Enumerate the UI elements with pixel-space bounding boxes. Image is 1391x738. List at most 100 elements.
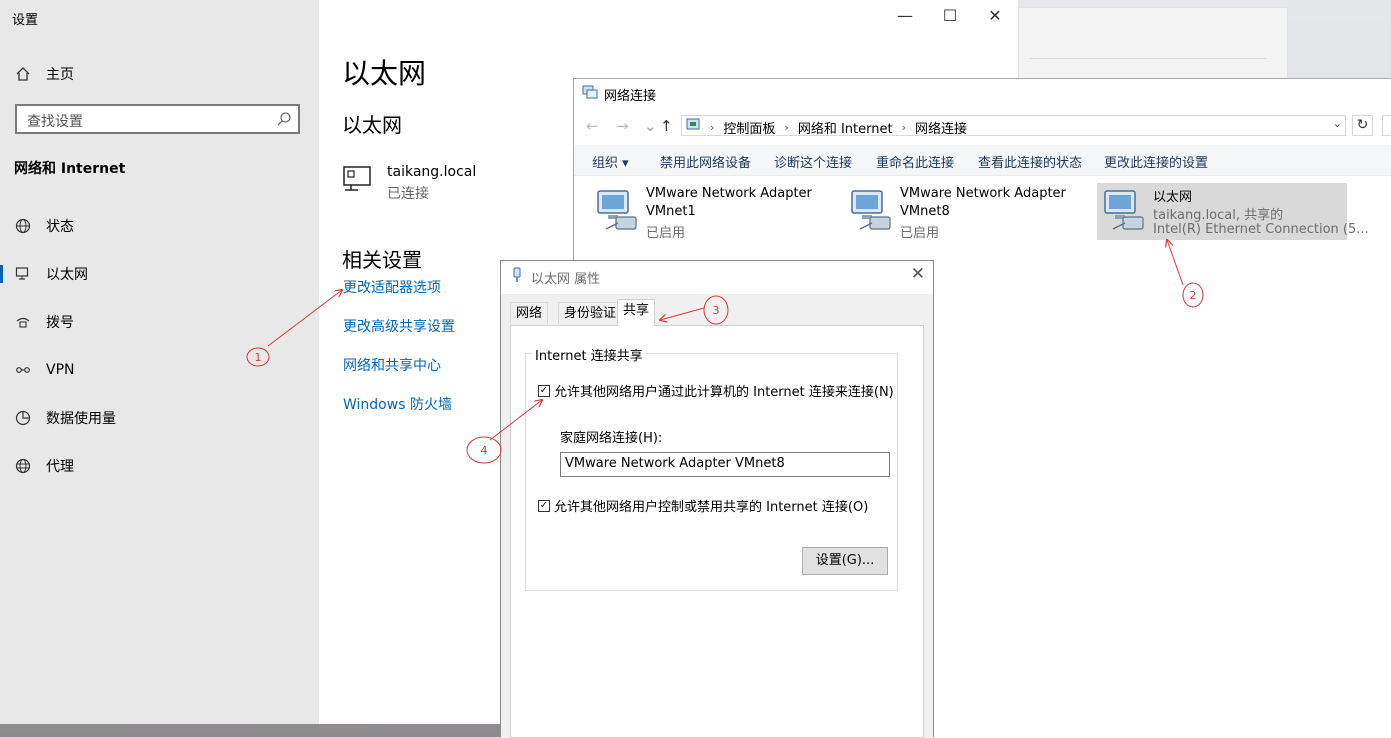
ethernet-properties-dialog: 以太网 属性 ✕ 网络 身份验证 共享 Internet 连接共享 ✓ 允许其他…	[500, 260, 934, 738]
settings-button[interactable]: 设置(G)...	[802, 547, 888, 575]
address-row: ← → ⌄ ↑ › 控制面板 › 网络和 Internet › 网络连接 ⌄ ↻	[574, 111, 1391, 141]
breadcrumb-item[interactable]: 控制面板	[723, 118, 775, 137]
back-arrow-icon[interactable]: ←	[586, 117, 599, 135]
breadcrumb-separator: ›	[710, 121, 715, 134]
dialog-body: 网络 身份验证 共享 Internet 连接共享 ✓ 允许其他网络用户通过此计算…	[501, 294, 933, 738]
breadcrumb-item[interactable]: 网络和 Internet	[798, 118, 893, 137]
adapter-name: 以太网	[1153, 190, 1193, 205]
checkbox-check-icon[interactable]: ✓	[538, 384, 550, 397]
adapter-subname: VMnet8	[900, 204, 950, 219]
settings-sidebar: 设置 主页 查找设置 网络和 Internet 状态 以太网 拨号 VPN 数据…	[0, 0, 319, 724]
checkbox-label: 允许其他网络用户通过此计算机的 Internet 连接来连接(N)	[554, 385, 894, 400]
advanced-sharing-link[interactable]: 更改高级共享设置	[343, 316, 455, 336]
rename-button[interactable]: 重命名此连接	[876, 152, 954, 171]
dialog-close-button[interactable]: ✕	[911, 264, 925, 284]
home-label: 主页	[46, 67, 74, 83]
change-adapter-options-link[interactable]: 更改适配器选项	[343, 277, 441, 297]
search-icon[interactable]	[276, 111, 292, 131]
search-box[interactable]	[1382, 115, 1391, 136]
change-settings-button[interactable]: 更改此连接的设置	[1104, 152, 1208, 171]
page-title: 以太网	[342, 57, 427, 90]
window-title: 网络连接	[604, 88, 657, 104]
organize-menu[interactable]: 组织 ▾	[592, 152, 629, 171]
nav-item-dialup[interactable]: 拨号	[0, 302, 319, 342]
network-adapter-icon	[848, 187, 894, 237]
breadcrumb-separator: ›	[784, 121, 789, 134]
adapter-name: VMware Network Adapter	[646, 186, 812, 201]
tab-network[interactable]: 网络	[510, 302, 549, 324]
nav-label: 代理	[46, 459, 74, 475]
globe-proxy-icon	[14, 457, 32, 475]
adapter-vmnet1[interactable]: VMware Network Adapter VMnet1 已启用	[590, 183, 840, 241]
adapter-ethernet[interactable]: 以太网 taikang.local, 共享的 Intel(R) Ethernet…	[1097, 183, 1369, 240]
windows-firewall-link[interactable]: Windows 防火墙	[343, 394, 452, 414]
address-bar[interactable]: › 控制面板 › 网络和 Internet › 网络连接 ⌄	[681, 115, 1346, 137]
network-name[interactable]: taikang.local	[387, 164, 476, 180]
window-title-bar: 网络连接	[582, 84, 657, 104]
nav-label: 以太网	[46, 267, 88, 283]
allow-connect-checkbox[interactable]: ✓ 允许其他网络用户通过此计算机的 Internet 连接来连接(N)	[538, 381, 894, 400]
control-panel-icon	[686, 118, 702, 137]
breadcrumb: › 控制面板 › 网络和 Internet › 网络连接	[710, 118, 967, 137]
nav-item-ethernet[interactable]: 以太网	[0, 254, 319, 294]
network-plug-icon	[511, 267, 523, 287]
search-placeholder: 查找设置	[27, 114, 83, 130]
adapter-status: 已启用	[646, 226, 686, 241]
adapter-status: 已启用	[900, 226, 940, 241]
home-network-select[interactable]: VMware Network Adapter VMnet8	[560, 452, 890, 477]
forward-arrow-icon[interactable]: →	[616, 117, 629, 135]
network-adapter-icon	[1101, 187, 1147, 237]
home-nav-item[interactable]: 主页	[14, 64, 74, 84]
diagnose-button[interactable]: 诊断这个连接	[774, 152, 852, 171]
home-network-label: 家庭网络连接(H):	[560, 431, 663, 446]
section-title: 网络和 Internet	[14, 161, 126, 177]
checkbox-check-icon[interactable]: ✓	[538, 499, 550, 512]
network-status: 已连接	[387, 186, 429, 202]
view-status-button[interactable]: 查看此连接的状态	[978, 152, 1082, 171]
ethernet-subtitle: 以太网	[342, 113, 402, 137]
nav-label: 状态	[46, 219, 74, 235]
globe-status-icon	[14, 217, 32, 235]
group-title: Internet 连接共享	[532, 345, 646, 364]
background-window	[1018, 7, 1288, 89]
address-dropdown-icon[interactable]: ⌄	[1333, 117, 1342, 130]
tab-authentication[interactable]: 身份验证	[558, 302, 623, 324]
sharing-tab-page: Internet 连接共享 ✓ 允许其他网络用户通过此计算机的 Internet…	[510, 325, 924, 738]
adapter-vmnet8[interactable]: VMware Network Adapter VMnet8 已启用	[844, 183, 1094, 241]
nav-label: 拨号	[46, 315, 74, 331]
breadcrumb-item[interactable]: 网络连接	[915, 118, 967, 137]
home-icon	[14, 65, 32, 83]
related-settings-title: 相关设置	[342, 248, 422, 272]
window-title: 设置	[12, 13, 39, 28]
nav-item-vpn[interactable]: VPN	[0, 350, 319, 390]
network-sharing-center-link[interactable]: 网络和共享中心	[343, 355, 441, 375]
dialog-title-bar: 以太网 属性	[511, 267, 600, 287]
up-arrow-icon[interactable]: ↑	[660, 117, 673, 135]
breadcrumb-separator: ›	[901, 121, 906, 134]
recent-chevron-icon[interactable]: ⌄	[644, 117, 657, 135]
network-monitor-icon[interactable]	[342, 164, 378, 198]
nav-item-proxy[interactable]: 代理	[0, 446, 319, 486]
adapter-subname: taikang.local, 共享的	[1153, 208, 1284, 223]
disable-device-button[interactable]: 禁用此网络设备	[660, 152, 751, 171]
nav-item-data-usage[interactable]: 数据使用量	[0, 398, 319, 438]
data-usage-icon	[14, 409, 32, 427]
refresh-button[interactable]: ↻	[1352, 115, 1373, 136]
dialup-icon	[14, 313, 32, 331]
adapter-subname: VMnet1	[646, 204, 696, 219]
checkbox-label: 允许其他网络用户控制或禁用共享的 Internet 连接(O)	[554, 500, 869, 515]
ethernet-icon	[14, 265, 32, 283]
adapter-device: Intel(R) Ethernet Connection (5...	[1153, 222, 1369, 237]
nav-label: VPN	[46, 362, 75, 378]
vpn-icon	[14, 361, 32, 379]
adapter-name: VMware Network Adapter	[900, 186, 1066, 201]
ics-group: Internet 连接共享 ✓ 允许其他网络用户通过此计算机的 Internet…	[525, 345, 898, 591]
allow-control-checkbox[interactable]: ✓ 允许其他网络用户控制或禁用共享的 Internet 连接(O)	[538, 496, 868, 515]
tab-sharing[interactable]: 共享	[617, 299, 656, 326]
network-folder-icon	[582, 84, 598, 104]
search-input[interactable]: 查找设置	[15, 104, 300, 134]
command-bar: 组织 ▾ 禁用此网络设备 诊断这个连接 重命名此连接 查看此连接的状态 更改此连…	[574, 145, 1391, 176]
dialog-title: 以太网 属性	[531, 271, 601, 287]
nav-item-status[interactable]: 状态	[0, 206, 319, 246]
network-adapter-icon	[594, 187, 640, 237]
